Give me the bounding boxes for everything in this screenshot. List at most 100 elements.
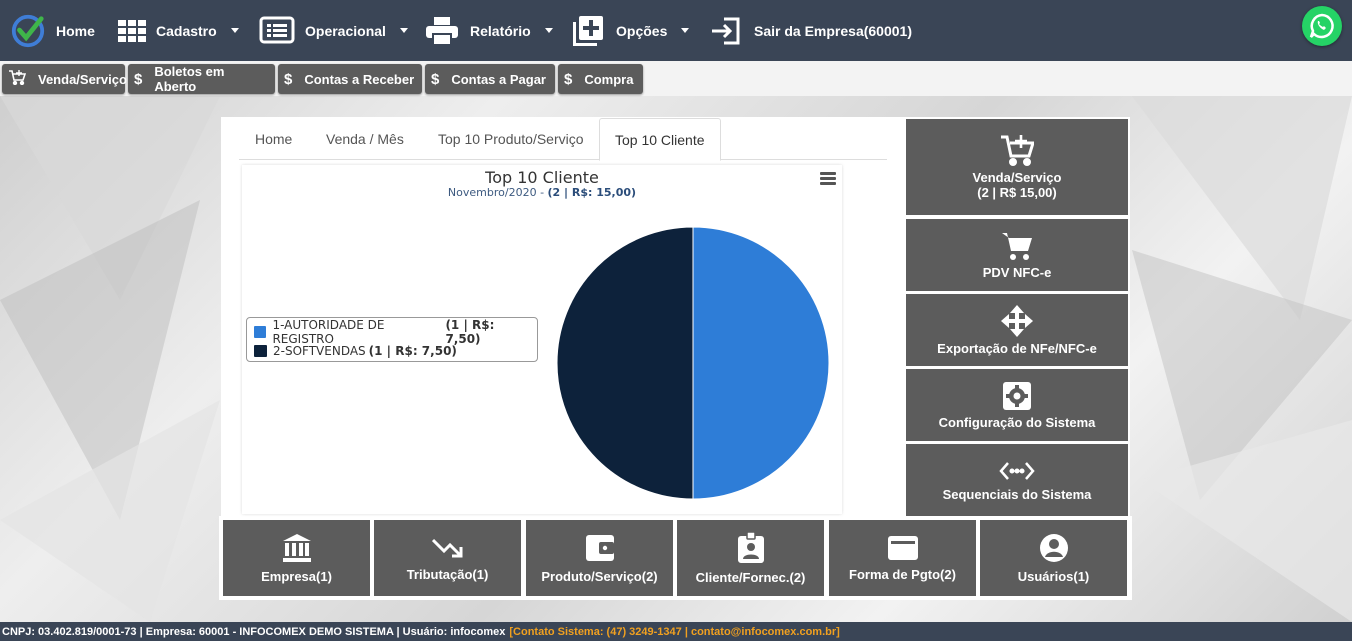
credit-card-icon <box>887 535 918 560</box>
side-configuracao-button[interactable]: Configuração do Sistema <box>904 367 1130 443</box>
tab-venda-mes[interactable]: Venda / Mês <box>311 118 419 160</box>
bottom-produto-label: Produto/Serviço(2) <box>541 568 658 584</box>
tab-top10-produto[interactable]: Top 10 Produto/Serviço <box>423 118 599 160</box>
chart-subtitle-period: Novembro/2020 - <box>447 186 548 199</box>
side-configuracao-label: Configuração do Sistema <box>938 414 1096 430</box>
dollar-icon: $ <box>564 70 573 88</box>
move-arrows-icon <box>1001 304 1033 337</box>
nav-opcoes-label: Opções <box>616 22 668 39</box>
chart-container: Top 10 Cliente Novembro/2020 - (2 | R$: … <box>242 165 842 514</box>
bottom-produto-button[interactable]: Produto/Serviço(2) <box>524 518 675 598</box>
nav-home[interactable]: Home <box>10 0 95 61</box>
status-footer: CNPJ: 03.402.819/0001-73 | Empresa: 6000… <box>0 622 1352 641</box>
code-arrows-icon <box>999 461 1035 480</box>
quick-compra-button[interactable]: $ Compra <box>558 64 643 94</box>
bottom-usuarios-button[interactable]: Usuários(1) <box>978 518 1129 598</box>
footer-info: CNPJ: 03.402.819/0001-73 | Empresa: 6000… <box>2 625 506 638</box>
nav-relatorio-label: Relatório <box>470 22 531 39</box>
side-sequenciais-button[interactable]: Sequenciais do Sistema <box>904 442 1130 518</box>
bottom-empresa-label: Empresa(1) <box>261 568 332 584</box>
nav-relatorio[interactable]: Relatório <box>424 0 553 61</box>
chart-legend: 1-AUTORIDADE DE REGISTRO (1 | R$: 7,50) … <box>246 317 538 362</box>
side-venda-label-1: Venda/Serviço <box>972 170 1062 185</box>
side-sequenciais-label: Sequenciais do Sistema <box>942 486 1092 502</box>
chart-title: Top 10 Cliente <box>485 168 599 187</box>
tab-bar: Home Venda / Mês Top 10 Produto/Serviço … <box>239 118 887 161</box>
whatsapp-icon <box>1309 13 1334 39</box>
legend-swatch <box>254 325 267 338</box>
side-venda-button[interactable]: Venda/Serviço (2 | R$ 15,00) <box>904 117 1130 217</box>
legend-item[interactable]: 1-AUTORIDADE DE REGISTRO (1 | R$: 7,50) <box>254 318 530 346</box>
side-pdv-button[interactable]: PDV NFC-e <box>904 217 1130 293</box>
chevron-down-icon <box>230 28 239 33</box>
nav-opcoes[interactable]: Opções <box>570 0 690 61</box>
quick-receber-label: Contas a Receber <box>304 71 415 87</box>
nav-cadastro-label: Cadastro <box>156 22 217 39</box>
exit-icon <box>708 13 744 49</box>
dollar-icon: $ <box>431 70 440 88</box>
nav-operacional[interactable]: Operacional <box>259 0 408 61</box>
tab-top10-cliente[interactable]: Top 10 Cliente <box>599 118 721 161</box>
nav-cadastro[interactable]: Cadastro <box>118 0 239 61</box>
quick-boletos-label: Boletos em Aberto <box>154 64 225 94</box>
chart-subtitle: Novembro/2020 - (2 | R$: 15,00) <box>242 186 842 199</box>
quick-pagar-label: Contas a Pagar <box>451 71 546 87</box>
printer-icon <box>424 13 460 49</box>
side-pdv-label: PDV NFC-e <box>982 264 1052 280</box>
dollar-icon: $ <box>134 70 143 88</box>
wallet-icon <box>585 534 614 561</box>
quick-venda-label: Venda/Serviço <box>38 71 127 87</box>
bottom-usuarios-label: Usuários(1) <box>1017 568 1090 584</box>
quick-receber-button[interactable]: $ Contas a Receber <box>278 64 422 94</box>
chart-menu-icon[interactable] <box>820 172 836 185</box>
dashboard-panel: Home Venda / Mês Top 10 Produto/Serviço … <box>221 117 904 516</box>
logo-check-icon <box>10 13 46 49</box>
bank-icon <box>282 533 311 562</box>
trending-down-icon <box>431 538 462 557</box>
list-icon <box>259 13 295 49</box>
top-navbar: Home Cadastro Operacional Relatório Opçõ… <box>0 0 1352 61</box>
contact-badge-icon <box>737 531 764 563</box>
bottom-empresa-button[interactable]: Empresa(1) <box>221 518 372 598</box>
nav-sair-label: Sair da Empresa(60001) <box>754 22 912 39</box>
cart-icon <box>1002 232 1032 260</box>
whatsapp-button[interactable] <box>1302 6 1342 46</box>
grid-icon <box>118 13 146 49</box>
gear-icon <box>1003 381 1031 410</box>
pie-slice-2[interactable] <box>556 226 694 500</box>
dollar-icon: $ <box>284 70 293 88</box>
chevron-down-icon <box>681 28 690 33</box>
user-circle-icon <box>1039 533 1068 562</box>
legend-label: 1-AUTORIDADE DE REGISTRO <box>272 317 385 346</box>
chart-subtitle-total: (2 | R$: 15,00) <box>547 186 637 199</box>
nav-home-label: Home <box>56 22 95 39</box>
bottom-tributacao-button[interactable]: Tributação(1) <box>372 518 523 598</box>
pie-slice-1[interactable] <box>692 226 830 500</box>
chevron-down-icon <box>399 28 408 33</box>
quick-boletos-button[interactable]: $ Boletos em Aberto <box>128 64 275 94</box>
nav-sair[interactable]: Sair da Empresa(60001) <box>708 0 912 61</box>
bottom-forma-label: Forma de Pgto(2) <box>849 566 956 582</box>
add-box-icon <box>570 13 606 49</box>
side-venda-label-2: (2 | R$ 15,00) <box>977 185 1057 200</box>
chevron-down-icon <box>544 28 553 33</box>
quick-venda-button[interactable]: Venda/Serviço <box>2 64 127 94</box>
nav-operacional-label: Operacional <box>305 22 386 39</box>
pie-chart <box>556 226 830 500</box>
legend-label: 2-SOFTVENDAS <box>273 343 366 358</box>
legend-value: (1 | R$: 7,50) <box>368 343 457 358</box>
side-exportacao-button[interactable]: Exportação de NFe/NFC-e <box>904 292 1130 368</box>
footer-contact: [Contato Sistema: (47) 3249-1347 | conta… <box>509 625 840 638</box>
bottom-tributacao-label: Tributação(1) <box>406 566 489 582</box>
quick-access-bar: Venda/Serviço $ Boletos em Aberto $ Cont… <box>0 61 1352 96</box>
cart-plus-icon <box>1001 135 1034 166</box>
quick-compra-label: Compra <box>584 71 634 87</box>
legend-swatch <box>254 344 267 357</box>
bottom-cliente-button[interactable]: Cliente/Fornec.(2) <box>675 518 826 598</box>
legend-value: (1 | R$: 7,50) <box>445 317 495 346</box>
tab-home[interactable]: Home <box>240 118 307 160</box>
side-exportacao-label: Exportação de NFe/NFC-e <box>937 340 1097 356</box>
quick-pagar-button[interactable]: $ Contas a Pagar <box>425 64 555 94</box>
bottom-forma-button[interactable]: Forma de Pgto(2) <box>827 518 978 598</box>
cart-plus-icon <box>8 69 27 89</box>
